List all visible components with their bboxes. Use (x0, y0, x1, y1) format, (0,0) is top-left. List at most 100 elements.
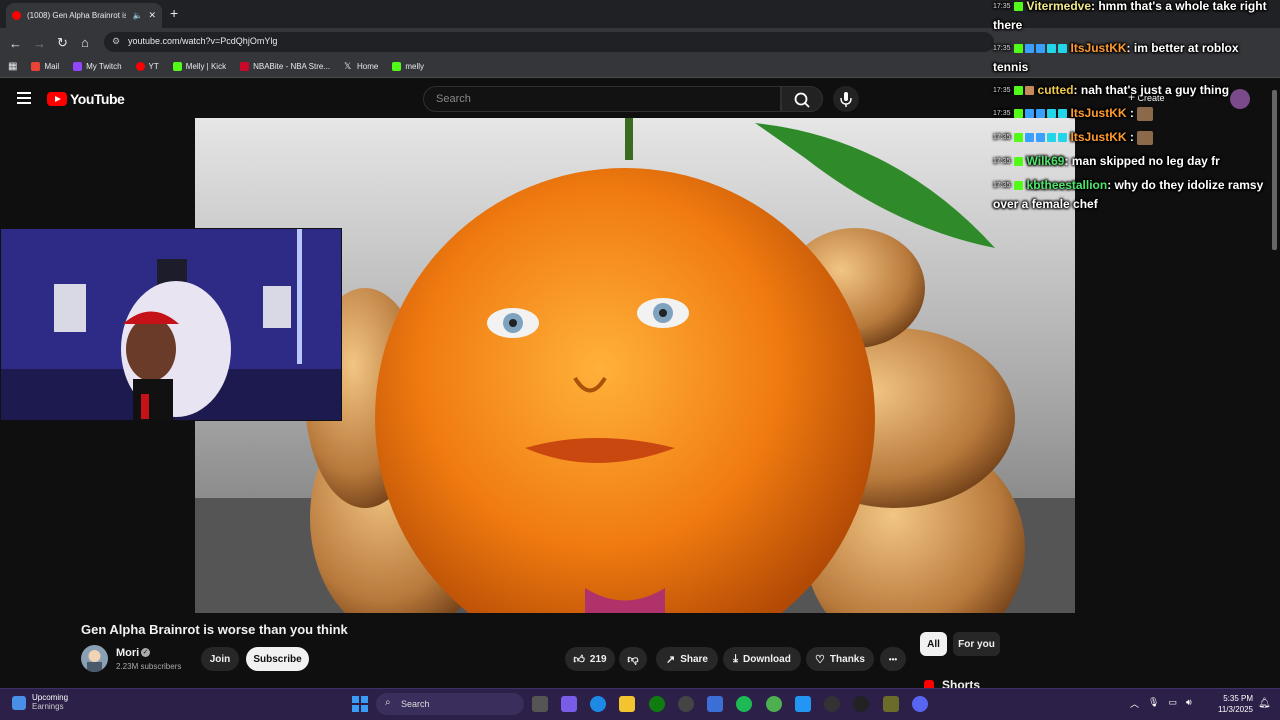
hamburger-menu-icon[interactable] (17, 92, 31, 104)
chip-for-you[interactable]: For you (953, 632, 1000, 656)
apps-grid-icon[interactable]: ▦ (8, 61, 17, 72)
youtube-logo[interactable]: YouTube (47, 91, 125, 107)
chat-emote-icon (1137, 106, 1154, 121)
chat-message: 17:35 cutted: nah that's just a guy thing (993, 83, 1230, 97)
bookmark-kick[interactable]: Melly | Kick (172, 62, 226, 71)
url-text: youtube.com/watch?v=PcdQhjOmYlg (128, 36, 278, 46)
home-icon[interactable]: ⌂ (81, 35, 89, 50)
voice-search-button[interactable] (833, 86, 859, 112)
spotify-icon[interactable] (736, 696, 752, 712)
chat-username: ItsJustKK (1070, 130, 1127, 144)
verified-check-icon: ✓ (141, 648, 150, 657)
close-tab-icon[interactable]: ✕ (148, 10, 156, 21)
kick-badge-icon (1013, 2, 1023, 12)
webcam-feed-image (1, 229, 341, 420)
x-icon: 𝕏 (344, 61, 352, 71)
like-button[interactable]: 👍︎ 219 (565, 647, 615, 671)
new-tab-button[interactable]: + (170, 5, 178, 21)
xbox-icon[interactable] (649, 696, 665, 712)
share-button[interactable]: ↗ Share (656, 647, 718, 671)
chat-username: cutted (1037, 83, 1074, 97)
task-view-icon[interactable] (532, 696, 548, 712)
volume-icon[interactable]: 🔊︎ (1186, 697, 1192, 710)
bookmark-yt[interactable]: YT (135, 62, 159, 71)
copilot-icon[interactable] (561, 696, 577, 712)
edge-icon[interactable] (590, 696, 606, 712)
clock-date: 11/3/2025 (1218, 705, 1253, 714)
kick-icon (172, 62, 182, 71)
video-title: Gen Alpha Brainrot is worse than you thi… (81, 622, 348, 637)
chip-all[interactable]: All (920, 632, 947, 656)
search-button[interactable] (781, 86, 823, 112)
file-explorer-icon[interactable] (619, 696, 635, 712)
bookmark-twitch[interactable]: My Twitch (73, 62, 122, 71)
discord-icon[interactable] (912, 696, 928, 712)
bookmark-nbabite[interactable]: NBABite - NBA Stre... (240, 62, 330, 71)
chat-text: : (1126, 106, 1134, 120)
chat-message: 17:35 kbtheestallion: why do they idolize… (993, 178, 1264, 212)
notification-bell-icon[interactable]: 🔔︎ (1258, 698, 1271, 709)
microphone-icon[interactable]: 🎙︎ (1148, 697, 1159, 710)
youtube-icon (135, 62, 145, 71)
chat-text: : man skipped no leg day fr (1064, 154, 1220, 168)
bookmark-melly[interactable]: melly (392, 62, 424, 71)
grid-badge-icon (1057, 133, 1067, 143)
super-thanks-icon: ♡ (815, 653, 825, 666)
download-icon: ⤓ (733, 652, 739, 665)
download-button[interactable]: ⤓ Download (723, 647, 801, 671)
grid-badge-icon (1057, 109, 1067, 119)
widget-title: Upcoming (32, 693, 69, 702)
channel-name[interactable]: Mori (116, 647, 139, 659)
obs-icon[interactable] (853, 696, 869, 712)
app-icon[interactable] (883, 696, 899, 712)
address-bar[interactable]: ⚙ youtube.com/watch?v=PcdQhjOmYlg (104, 32, 994, 52)
windows-start-icon[interactable] (352, 696, 368, 712)
stock-widget-icon (12, 696, 26, 710)
kick-badge-icon (1046, 44, 1056, 54)
widgets-button[interactable]: Upcoming Earnings (12, 693, 68, 711)
microphone-icon (840, 92, 852, 107)
github-icon[interactable] (678, 696, 694, 712)
clock-time: 5:35 PM (1223, 694, 1253, 703)
widget-subtitle: Earnings (32, 702, 64, 711)
channel-avatar[interactable] (81, 645, 108, 672)
forward-arrow-icon[interactable]: → (33, 36, 46, 51)
chat-emote-icon (1137, 130, 1154, 145)
kick-badge-icon (1013, 181, 1023, 191)
more-actions-button[interactable]: ••• (880, 647, 906, 671)
store-icon[interactable] (707, 696, 723, 712)
youtube-favicon-icon (12, 11, 21, 20)
tab-title: (1008) Gen Alpha Brainrot is (27, 11, 127, 20)
network-icon[interactable]: ▭ (1168, 697, 1177, 710)
chat-username: Vitermedve (1026, 0, 1092, 13)
chat-text: : (1126, 130, 1134, 144)
avatar-image (87, 650, 102, 672)
back-arrow-icon[interactable]: ← (9, 36, 22, 51)
dislike-button[interactable]: 👎︎ (619, 647, 647, 671)
photos-icon[interactable] (795, 696, 811, 712)
join-button[interactable]: Join (201, 647, 239, 671)
kick-badge-icon (1013, 44, 1023, 54)
chat-username: Wilk69 (1026, 154, 1065, 168)
subscribe-button[interactable]: Subscribe (246, 647, 309, 671)
taskbar-search-box[interactable]: ⌕ Search (376, 693, 524, 715)
thumbs-up-icon: 👍︎ (573, 653, 585, 666)
chat-message: 17:35 Vitermedve: hmm that's a whole take… (993, 0, 1267, 33)
taskbar-clock[interactable]: 5:35 PM 11/3/2025 (1207, 693, 1253, 715)
sub-badge-icon (1024, 133, 1034, 143)
emote-badge-icon (1024, 86, 1034, 96)
bookmark-mail[interactable]: Mail (31, 62, 59, 71)
search-input[interactable]: Search (423, 86, 781, 112)
site-info-icon[interactable]: ⚙ (112, 36, 120, 47)
youtube-play-icon (47, 92, 67, 106)
bookmark-home[interactable]: 𝕏 Home (344, 61, 378, 72)
browser-tab[interactable]: (1008) Gen Alpha Brainrot is 🔈 ✕ (6, 3, 162, 28)
chrome-icon[interactable] (766, 696, 782, 712)
thanks-button[interactable]: ♡ Thanks (806, 647, 874, 671)
media-player-icon[interactable] (824, 696, 840, 712)
kick-badge-icon (1013, 86, 1023, 96)
reload-icon[interactable]: ↻ (57, 35, 68, 51)
chevron-up-icon[interactable]: ︿ (1130, 697, 1139, 710)
mute-icon[interactable]: 🔈 (132, 11, 142, 20)
thumbs-down-icon: 👎︎ (627, 653, 639, 666)
